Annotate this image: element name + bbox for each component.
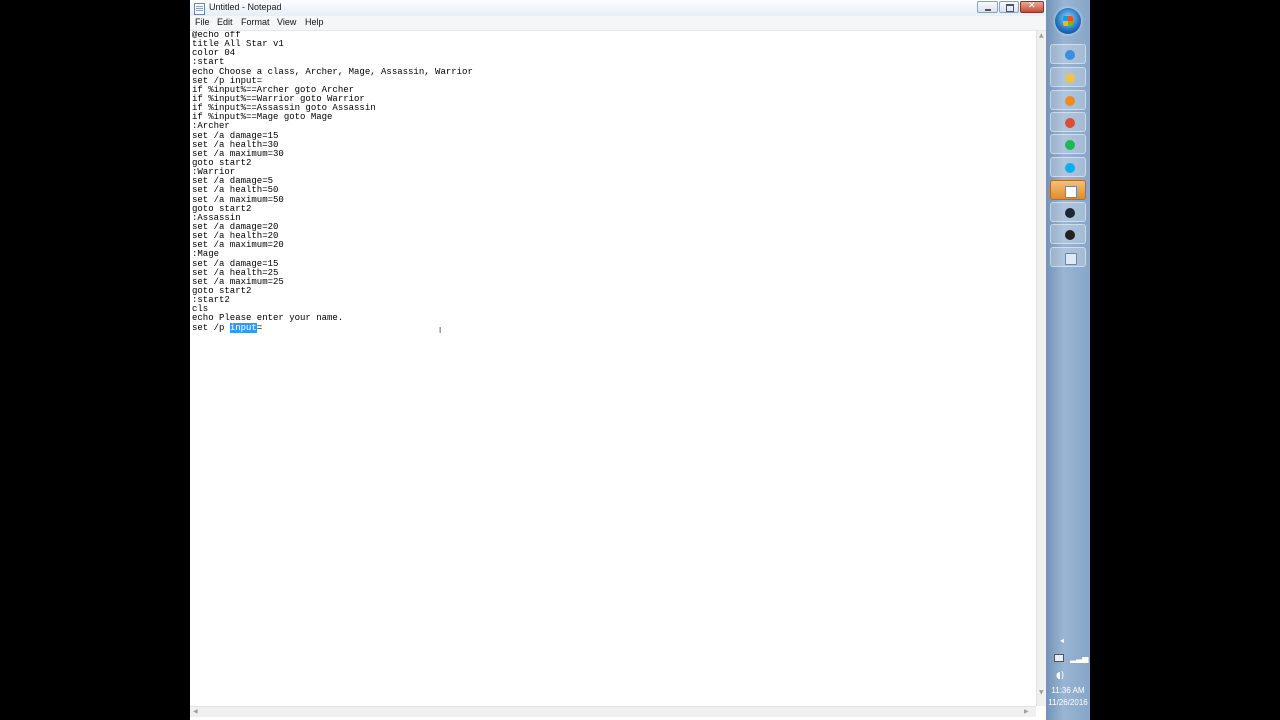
code-lines: @echo off title All Star v1 color 04:start… — [192, 31, 473, 324]
steam-icon — [1065, 208, 1075, 218]
taskbar-button-ie[interactable] — [1050, 44, 1086, 64]
code-line[interactable]: color 04 — [192, 49, 473, 58]
notepad-app-icon — [194, 3, 205, 15]
menu-format[interactable]: Format — [241, 17, 270, 27]
code-line[interactable]: :start2 — [192, 295, 473, 305]
code-line[interactable]: set /a maximum=20 — [192, 241, 473, 250]
taskbar-button-obs[interactable] — [1050, 224, 1086, 244]
start-button-icon[interactable] — [1055, 8, 1081, 34]
notepad-icon — [1065, 186, 1077, 198]
taskbar: ◂ ▂▃▅ ◖) 11:36 AM 11/26/2016 — [1046, 0, 1090, 720]
taskbar-button-spotify[interactable] — [1050, 134, 1086, 154]
title-bar[interactable]: Untitled - Notepad — [190, 0, 1046, 17]
close-button[interactable] — [1020, 1, 1044, 13]
clock-date[interactable]: 11/26/2016 — [1046, 698, 1090, 707]
menu-file[interactable]: File — [195, 17, 210, 27]
skype-icon — [1065, 163, 1075, 173]
clock-time[interactable]: 11:36 AM — [1046, 686, 1090, 695]
text-editor-area[interactable]: @echo off title All Star v1 color 04:start… — [190, 31, 1036, 706]
show-hidden-icons-icon[interactable]: ◂ — [1060, 636, 1064, 645]
scroll-right-icon[interactable]: ▶ — [1024, 709, 1029, 715]
text-cursor-icon: I — [439, 326, 442, 335]
media-player-icon — [1065, 96, 1075, 106]
maximize-button[interactable] — [999, 1, 1019, 13]
taskbar-button-file[interactable] — [1050, 247, 1086, 267]
scroll-down-icon[interactable]: ▼ — [1039, 690, 1044, 696]
menu-view[interactable]: View — [277, 17, 296, 27]
taskbar-button-steam[interactable] — [1050, 202, 1086, 222]
signal-icon[interactable]: ▂▃▅ — [1070, 654, 1088, 663]
spotify-icon — [1065, 140, 1075, 150]
menu-help[interactable]: Help — [305, 17, 324, 27]
menu-bar: File Edit Format View Help — [190, 16, 1046, 31]
scroll-up-icon[interactable]: ▲ — [1039, 33, 1044, 39]
file-icon — [1065, 253, 1077, 265]
menu-edit[interactable]: Edit — [217, 17, 233, 27]
volume-icon[interactable]: ◖) — [1056, 671, 1064, 681]
minimize-button[interactable] — [977, 1, 998, 13]
code-text[interactable]: @echo off title All Star v1 color 04:start… — [192, 31, 473, 333]
selected-text[interactable]: input — [229, 322, 257, 333]
taskbar-button-notepad[interactable] — [1050, 180, 1086, 200]
code-line[interactable]: goto start2 — [192, 286, 473, 296]
window-title: Untitled - Notepad — [209, 2, 282, 12]
desktop-screen: Untitled - Notepad File Edit Format View… — [190, 0, 1090, 720]
notepad-window: Untitled - Notepad File Edit Format View… — [190, 0, 1047, 720]
code-line-suffix: = — [256, 322, 263, 333]
code-line-prefix: set /p — [192, 322, 230, 333]
taskbar-button-chrome[interactable] — [1050, 112, 1086, 132]
ie-icon — [1065, 50, 1075, 60]
scroll-left-icon[interactable]: ◀ — [193, 709, 198, 715]
taskbar-button-explorer[interactable] — [1050, 67, 1086, 87]
taskbar-button-media-player[interactable] — [1050, 90, 1086, 110]
explorer-icon — [1065, 73, 1075, 83]
taskbar-button-skype[interactable] — [1050, 157, 1086, 177]
code-line[interactable]: if %input%==Mage goto Mage — [192, 113, 473, 122]
obs-icon — [1065, 230, 1075, 240]
code-line-current[interactable]: set /p input= — [192, 322, 473, 333]
network-icon[interactable] — [1054, 654, 1064, 662]
horizontal-scrollbar[interactable]: ◀ ▶ — [190, 706, 1036, 717]
chrome-icon — [1065, 118, 1075, 128]
